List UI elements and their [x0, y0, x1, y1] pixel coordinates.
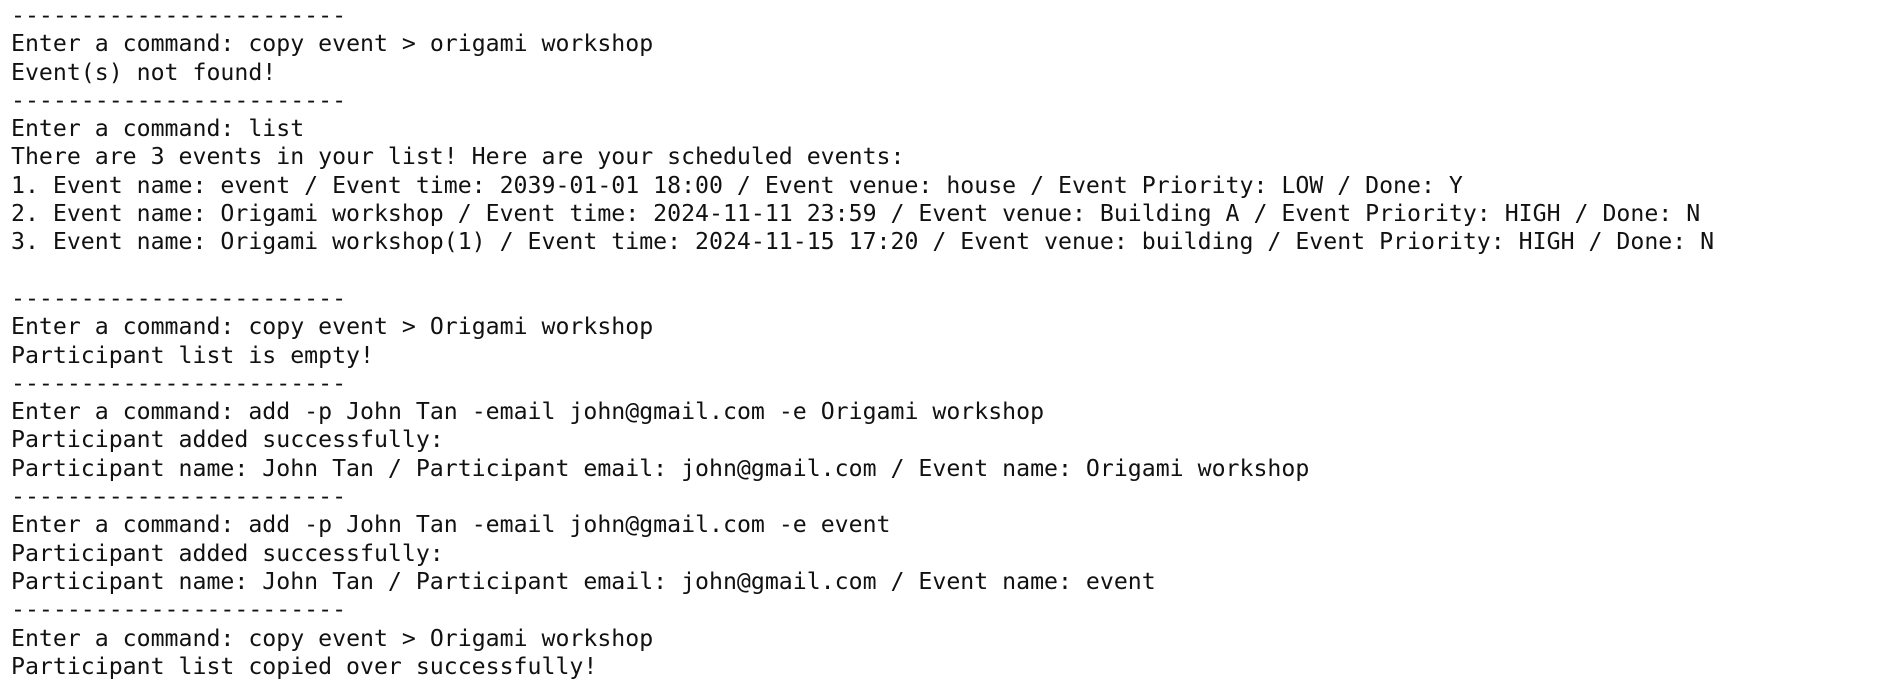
event-list-item: 1. Event name: event / Event time: 2039-… [11, 171, 1463, 199]
terminal-output: ------------------------ Enter a command… [11, 2, 1891, 692]
command-text: copy event > Origami workshop [248, 624, 654, 652]
separator-line: ------------------------ [11, 2, 347, 29]
command-text: copy event > Origami workshop [248, 313, 654, 341]
separator-line: ------------------------ [11, 284, 347, 312]
command-line: Enter a command: copy event > origami wo… [11, 30, 1891, 58]
separator-line: ------------------------ [11, 369, 347, 397]
output-line: Participant list copied over successfull… [11, 652, 598, 680]
separator-line: ------------------------ [11, 86, 347, 114]
output-line: Participant name: John Tan / Participant… [11, 454, 1310, 482]
event-list-item: 2. Event name: Origami workshop / Event … [11, 200, 1701, 228]
command-prompt: Enter a command: [11, 398, 235, 426]
command-text: add -p John Tan -email john@gmail.com -e… [248, 511, 891, 539]
command-line: Enter a command: copy event > Origami wo… [11, 313, 1891, 341]
output-line: Participant added successfully: [11, 539, 444, 567]
command-prompt: Enter a command: [11, 115, 235, 143]
output-line: Participant added successfully: [11, 426, 444, 454]
command-line: Enter a command: list [11, 115, 1891, 143]
command-line: Enter a command: copy event > Origami wo… [11, 625, 1891, 653]
output-line: Event(s) not found! [11, 58, 277, 86]
command-prompt: Enter a command: [11, 30, 235, 58]
separator-line: ------------------------ [11, 681, 1891, 692]
output-line: Participant name: John Tan / Participant… [11, 567, 1156, 595]
command-text: copy event > origami workshop [248, 30, 654, 58]
command-line: Enter a command: add -p John Tan -email … [11, 398, 1891, 426]
command-text: add -p John Tan -email john@gmail.com -e… [248, 398, 1045, 426]
command-line: Enter a command: add -p John Tan -email … [11, 511, 1891, 539]
separator-line: ------------------------ [11, 596, 347, 624]
command-prompt: Enter a command: [11, 313, 235, 341]
output-line: Participant list is empty! [11, 341, 374, 369]
command-prompt: Enter a command: [11, 624, 235, 652]
separator-line: ------------------------ [11, 483, 347, 511]
event-list-item: 3. Event name: Origami workshop(1) / Eve… [11, 228, 1715, 256]
output-line: There are 3 events in your list! Here ar… [11, 143, 905, 171]
command-text: list [248, 115, 305, 143]
command-prompt: Enter a command: [11, 511, 235, 539]
